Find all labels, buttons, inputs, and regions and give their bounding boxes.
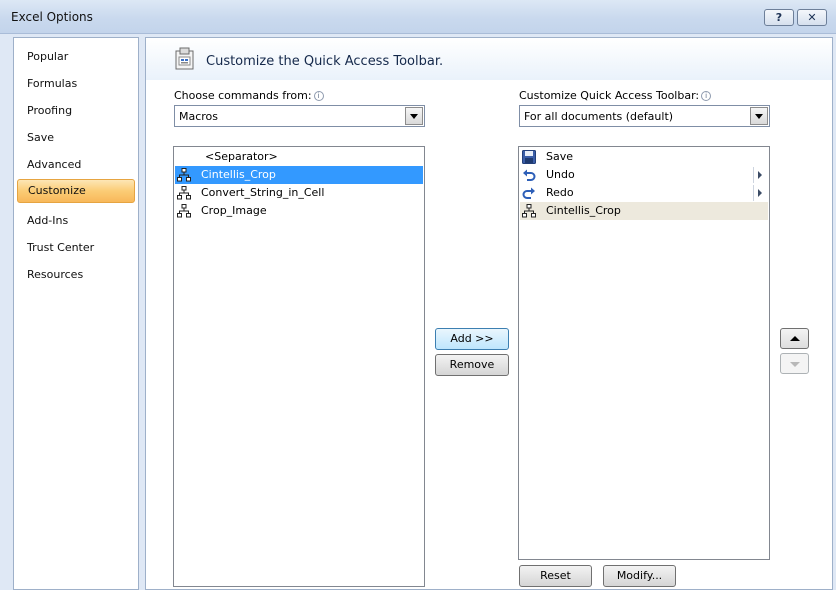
list-item-cintellis-crop[interactable]: Cintellis_Crop (175, 166, 423, 184)
qat-list[interactable]: Save Undo Redo Cintellis_Crop (518, 146, 770, 560)
reset-button[interactable]: Reset (519, 565, 592, 587)
nav-item-resources[interactable]: Resources (27, 268, 83, 281)
header-banner: Customize the Quick Access Toolbar. (146, 38, 832, 80)
info-icon: i (313, 91, 324, 101)
save-icon (522, 150, 536, 164)
nav-item-formulas[interactable]: Formulas (27, 77, 77, 90)
nav-item-proofing[interactable]: Proofing (27, 104, 72, 117)
list-item-cintellis-crop-qat[interactable]: Cintellis_Crop (520, 202, 768, 220)
undo-icon (523, 169, 536, 181)
submenu-arrow-icon[interactable] (758, 189, 762, 197)
add-button[interactable]: Add >> (435, 328, 509, 350)
main-panel: Customize the Quick Access Toolbar. Choo… (145, 37, 833, 590)
move-up-button[interactable] (780, 328, 809, 349)
macro-icon (177, 204, 191, 218)
macro-icon (522, 204, 536, 218)
divider (753, 185, 754, 201)
list-item-separator[interactable]: <Separator> (175, 148, 423, 166)
move-down-button[interactable] (780, 353, 809, 374)
arrow-up-icon (790, 336, 800, 341)
list-item-crop-image[interactable]: Crop_Image (175, 202, 423, 220)
choose-commands-label: Choose commands from: i (174, 89, 324, 102)
nav-item-popular[interactable]: Popular (27, 50, 68, 63)
qat-customize-icon (175, 47, 194, 70)
title-bar: Excel Options ? ✕ (0, 0, 836, 34)
info-icon: i (701, 91, 712, 101)
combo-value: Macros (179, 110, 219, 123)
nav-item-customize[interactable]: Customize (17, 179, 135, 203)
nav-item-save[interactable]: Save (27, 131, 54, 144)
combo-value: For all documents (default) (524, 110, 674, 123)
divider (753, 167, 754, 183)
commands-list[interactable]: <Separator> Cintellis_Crop Convert_Strin… (173, 146, 425, 587)
redo-icon (522, 187, 535, 199)
remove-button[interactable]: Remove (435, 354, 509, 376)
nav-panel: Popular Formulas Proofing Save Advanced … (13, 37, 139, 590)
modify-button[interactable]: Modify... (603, 565, 676, 587)
chevron-down-icon[interactable] (750, 107, 768, 125)
window-title: Excel Options (11, 10, 93, 24)
page-title: Customize the Quick Access Toolbar. (206, 54, 444, 69)
nav-item-add-ins[interactable]: Add-Ins (27, 214, 68, 227)
list-item-save[interactable]: Save (520, 148, 768, 166)
arrow-down-icon (790, 362, 800, 367)
dialog-client: Popular Formulas Proofing Save Advanced … (0, 34, 836, 590)
customize-qat-label: Customize Quick Access Toolbar: i (519, 89, 712, 102)
list-item-undo[interactable]: Undo (520, 166, 768, 184)
help-button[interactable]: ? (764, 9, 794, 26)
choose-commands-combo[interactable]: Macros (174, 105, 425, 127)
submenu-arrow-icon[interactable] (758, 171, 762, 179)
macro-icon (177, 186, 191, 200)
chevron-down-icon[interactable] (405, 107, 423, 125)
nav-item-trust-center[interactable]: Trust Center (27, 241, 94, 254)
nav-item-advanced[interactable]: Advanced (27, 158, 81, 171)
list-item-convert-string[interactable]: Convert_String_in_Cell (175, 184, 423, 202)
macro-icon (177, 168, 191, 182)
qat-scope-combo[interactable]: For all documents (default) (519, 105, 770, 127)
list-item-redo[interactable]: Redo (520, 184, 768, 202)
close-button[interactable]: ✕ (797, 9, 827, 26)
